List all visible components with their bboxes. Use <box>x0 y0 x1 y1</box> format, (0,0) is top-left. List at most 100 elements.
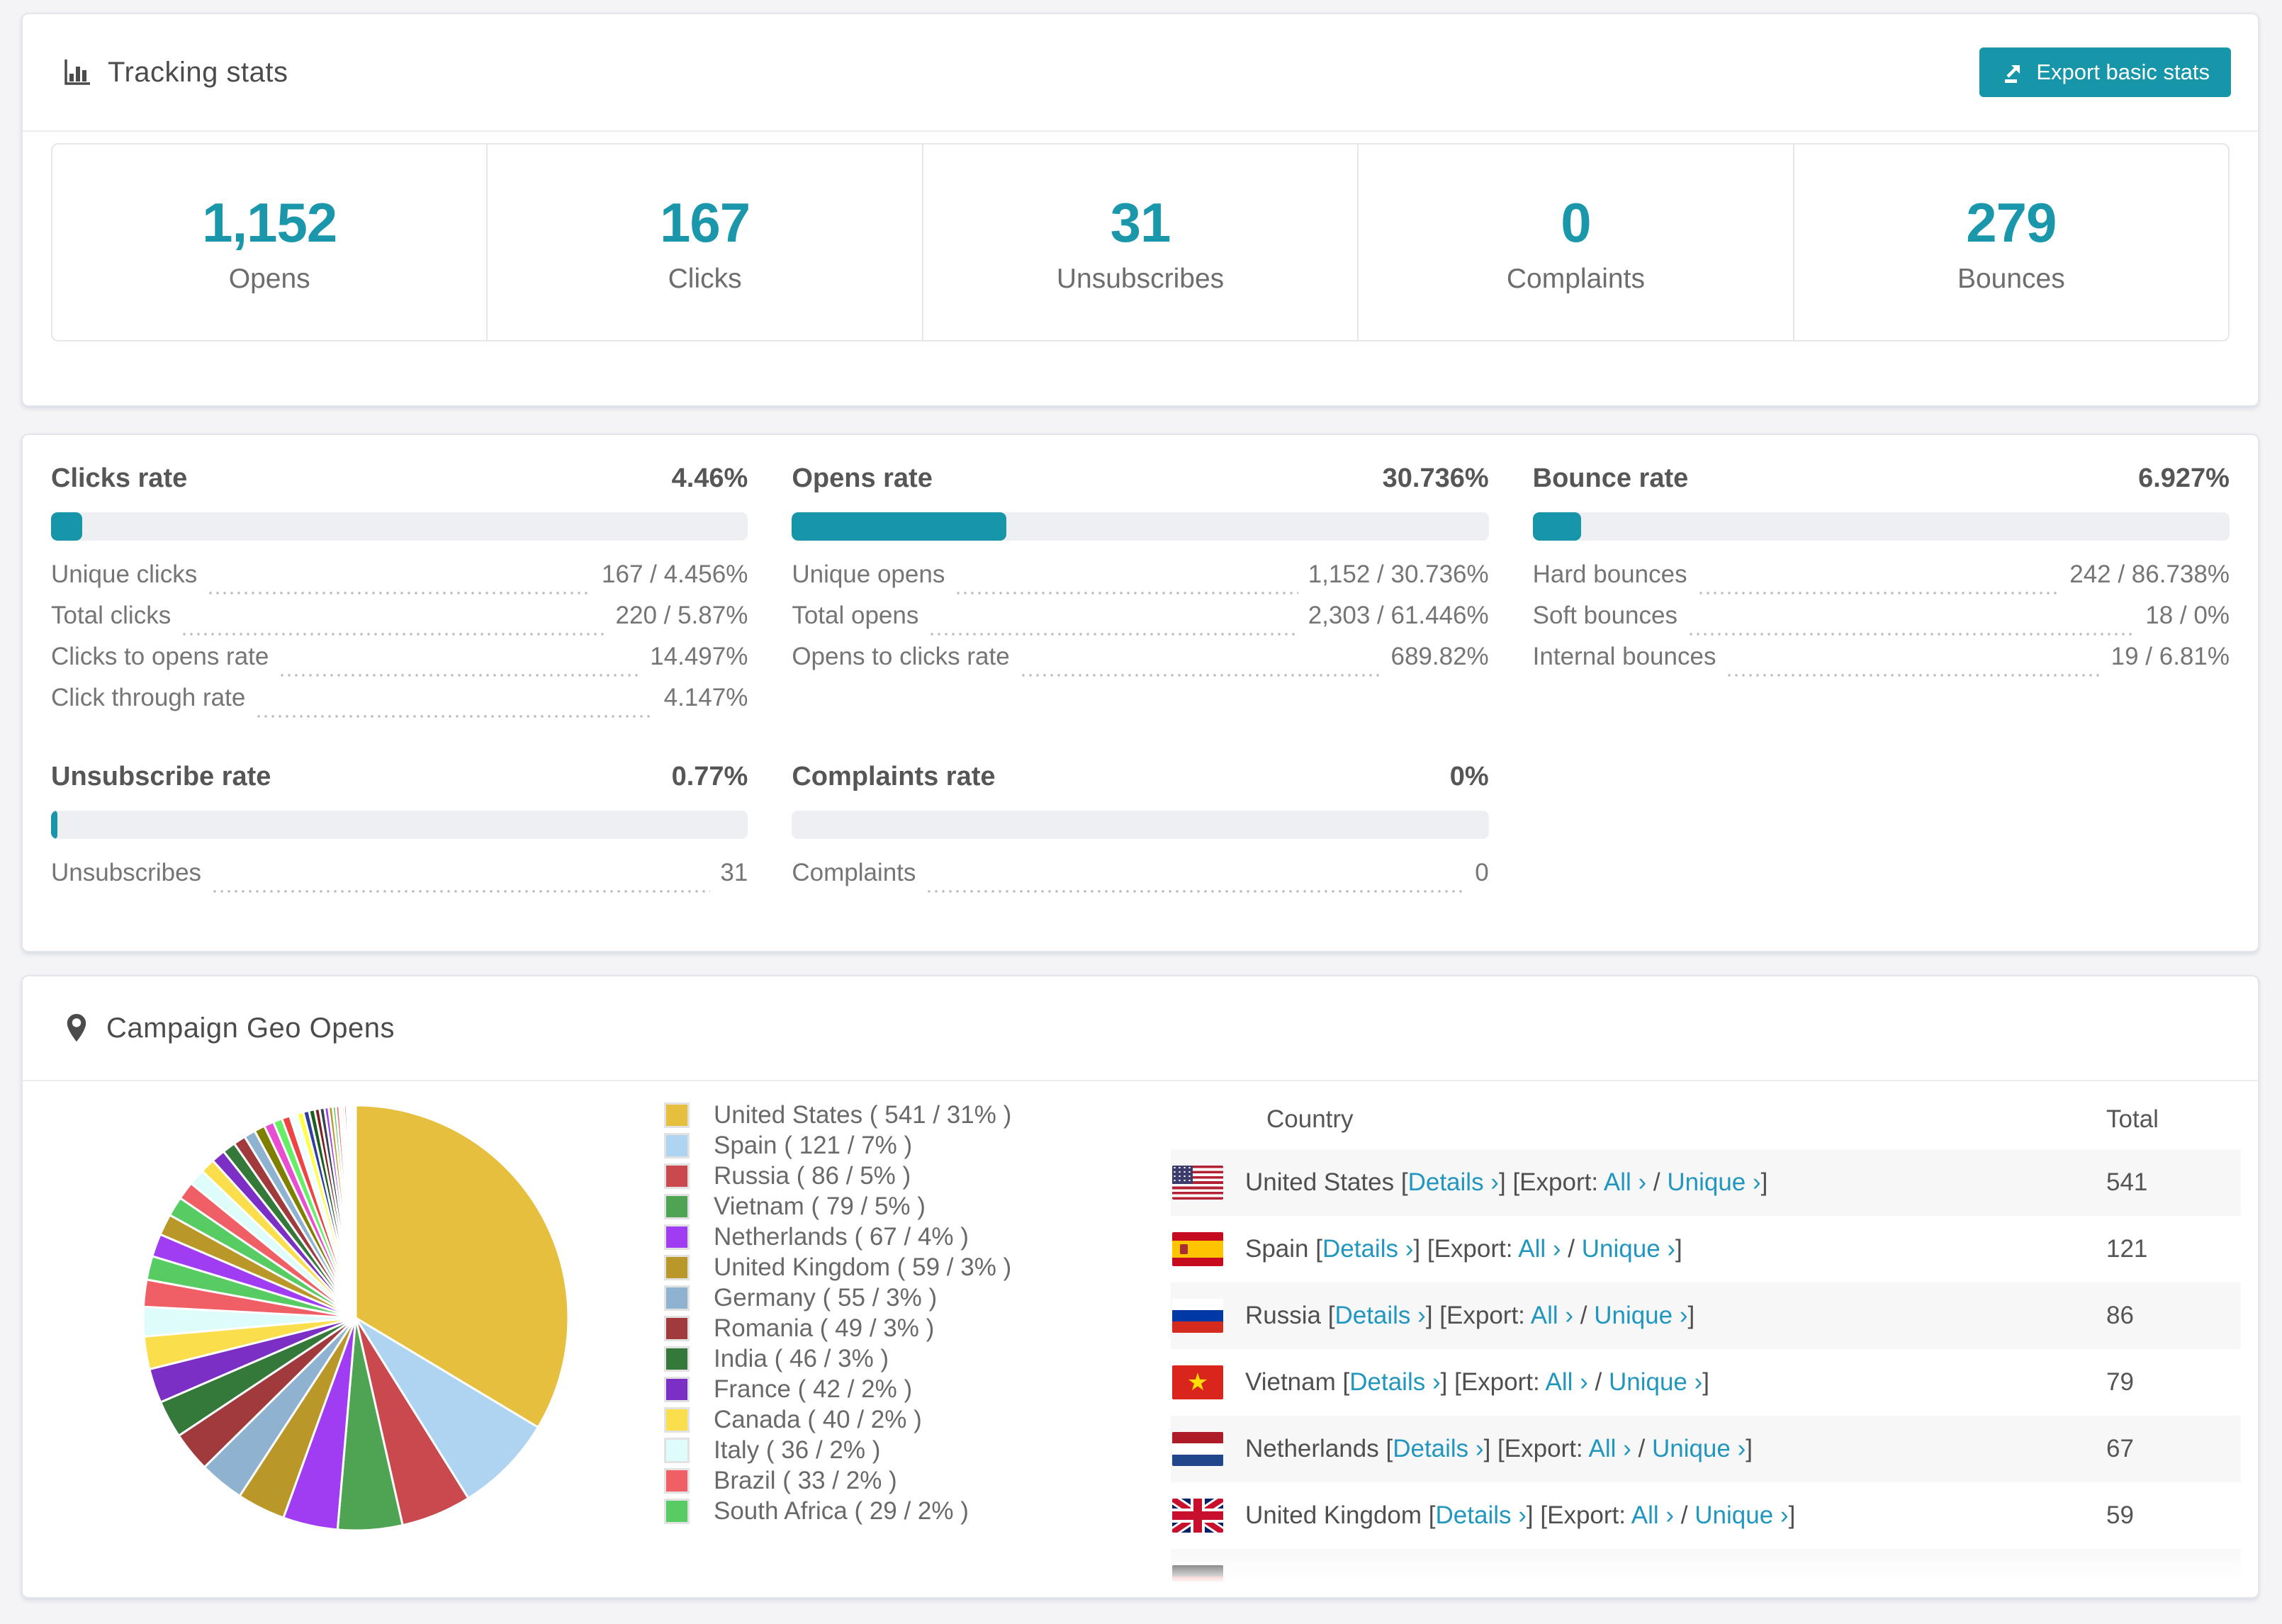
legend-item: Germany ( 55 / 3% ) <box>664 1282 1011 1313</box>
rate-row-value: 19 / 6.81% <box>2110 643 2230 670</box>
rate-progress-track <box>792 512 1489 541</box>
rate-rows: Complaints 0 <box>792 859 1489 900</box>
legend-item: United Kingdom ( 59 / 3% ) <box>664 1252 1011 1282</box>
bracket-close-1: ] <box>1440 1368 1448 1396</box>
legend-item: Brazil ( 33 / 2% ) <box>664 1465 1011 1496</box>
details-link[interactable]: Details › <box>1349 1368 1440 1396</box>
flag-nl-icon <box>1172 1432 1223 1466</box>
export-unique-link[interactable]: Unique › <box>1609 1368 1702 1396</box>
dotted-leader <box>207 592 592 594</box>
flag-es-icon <box>1172 1232 1223 1266</box>
pie-slice[interactable] <box>354 1104 357 1319</box>
rate-row-label: Clicks to opens rate <box>51 643 269 670</box>
bracket-open-2: [ <box>1454 1368 1461 1396</box>
country-name: Russia <box>1245 1302 1321 1329</box>
rate-stat-row: Soft bounces 18 / 0% <box>1533 602 2230 643</box>
slash-separator: / <box>1653 1168 1660 1196</box>
rate-title: Opens rate <box>792 463 933 493</box>
geo-pie-chart <box>142 1104 570 1532</box>
geo-table-row: [Details ›] [Export: All › / Unique ›] <box>1171 1549 2241 1597</box>
details-link[interactable]: Details › <box>1436 1501 1527 1529</box>
legend-swatch <box>664 1102 690 1128</box>
map-pin-icon <box>62 1013 91 1044</box>
legend-swatch <box>664 1406 690 1433</box>
dotted-leader <box>955 592 1298 594</box>
export-label: Export: <box>1504 1435 1583 1462</box>
rate-stat-row: Click through rate 4.147% <box>51 684 748 725</box>
rate-value: 6.927% <box>2138 463 2230 493</box>
export-unique-link[interactable]: Unique › <box>1652 1435 1746 1462</box>
rate-head: Clicks rate 4.46% <box>51 463 748 494</box>
rate-stat-row: Total opens 2,303 / 61.446% <box>792 602 1489 643</box>
export-label: Export: <box>1519 1168 1599 1196</box>
geo-table-rows: United States [Details ›] [Export: All ›… <box>1171 1149 2241 1597</box>
slash-separator: / <box>1680 1501 1688 1529</box>
rate-stat-row: Unique opens 1,152 / 30.736% <box>792 560 1489 602</box>
country-total: 541 <box>2106 1168 2148 1196</box>
legend-label: Canada ( 40 / 2% ) <box>714 1405 922 1433</box>
details-link[interactable]: Details › <box>1334 1302 1425 1329</box>
details-link[interactable]: Details › <box>1393 1435 1483 1462</box>
flag-gb-icon <box>1172 1499 1223 1533</box>
details-link[interactable]: Details › <box>1322 1235 1413 1263</box>
export-label: Export: <box>1446 1302 1525 1329</box>
export-all-link[interactable]: All › <box>1588 1435 1631 1462</box>
slash-separator: / <box>1580 1302 1587 1329</box>
rate-row-value: 0 <box>1475 859 1489 886</box>
export-all-link[interactable]: All › <box>1631 1501 1674 1529</box>
slash-separator: / <box>1568 1235 1575 1263</box>
export-label: Export: <box>1434 1235 1513 1263</box>
dotted-leader <box>926 890 1466 893</box>
bracket-close-1: ] <box>1526 1501 1534 1529</box>
legend-label: Vietnam ( 79 / 5% ) <box>714 1192 926 1220</box>
legend-item: Netherlands ( 67 / 4% ) <box>664 1222 1011 1252</box>
legend-item: Romania ( 49 / 3% ) <box>664 1313 1011 1343</box>
rate-head: Complaints rate 0% <box>792 762 1488 792</box>
legend-label: Brazil ( 33 / 2% ) <box>714 1466 897 1494</box>
rate-progress-fill <box>51 811 57 839</box>
export-basic-stats-button[interactable]: Export basic stats <box>1979 47 2231 97</box>
bracket-close-1: ] <box>1483 1435 1491 1462</box>
rate-row-label: Hard bounces <box>1532 560 1687 588</box>
details-link[interactable]: Details › <box>1408 1168 1499 1196</box>
bracket-open-1: [ <box>1386 1435 1393 1462</box>
rate-row-value: 2,303 / 61.446% <box>1308 602 1489 629</box>
stat-label: Unsubscribes <box>1056 263 1225 294</box>
rate-value: 0% <box>1449 762 1489 791</box>
export-all-link[interactable]: All › <box>1604 1168 1646 1196</box>
dotted-leader <box>1687 633 2136 636</box>
rate-progress-track <box>1532 512 2230 541</box>
stat-value: 167 <box>660 191 751 254</box>
stat-label: Opens <box>228 263 310 294</box>
export-unique-link[interactable]: Unique › <box>1582 1235 1675 1263</box>
export-all-link[interactable]: All › <box>1518 1235 1561 1263</box>
legend-label: Italy ( 36 / 2% ) <box>714 1436 881 1464</box>
export-unique-link[interactable]: Unique › <box>1667 1168 1760 1196</box>
legend-swatch <box>664 1467 690 1494</box>
rate-block: Clicks rate 4.46% Unique clicks 167 / 4.… <box>51 463 748 725</box>
legend-label: France ( 42 / 2% ) <box>714 1375 913 1403</box>
dotted-leader <box>928 633 1298 636</box>
export-unique-link[interactable]: Unique › <box>1594 1302 1687 1329</box>
bracket-close-2: ] <box>1760 1168 1768 1196</box>
export-all-link[interactable]: All › <box>1546 1368 1588 1396</box>
rate-rows: Unique clicks 167 / 4.456% Total clicks … <box>51 560 748 725</box>
rate-head: Bounce rate 6.927% <box>1533 463 2230 494</box>
country-total: 121 <box>2106 1235 2148 1263</box>
summary-stats-box: 1,152 Opens 167 Clicks 31 Unsubscribes 0… <box>51 143 2230 342</box>
legend-item: Canada ( 40 / 2% ) <box>664 1404 1011 1435</box>
legend-label: Romania ( 49 / 3% ) <box>714 1314 935 1342</box>
stat-value: 279 <box>1966 191 2057 254</box>
bracket-open-1: [ <box>1342 1368 1350 1396</box>
export-unique-link[interactable]: Unique › <box>1694 1501 1788 1529</box>
legend-label: United Kingdom ( 59 / 3% ) <box>714 1253 1012 1281</box>
rate-value: 4.46% <box>671 463 748 493</box>
bracket-open-2: [ <box>1439 1302 1447 1329</box>
legend-label: South Africa ( 29 / 2% ) <box>714 1496 969 1525</box>
country-name: United Kingdom <box>1245 1501 1422 1529</box>
legend-swatch <box>664 1254 690 1280</box>
dotted-leader <box>255 715 654 718</box>
summary-stat-cell: 1,152 Opens <box>52 145 486 340</box>
legend-item: India ( 46 / 3% ) <box>664 1343 1011 1374</box>
export-all-link[interactable]: All › <box>1531 1302 1573 1329</box>
